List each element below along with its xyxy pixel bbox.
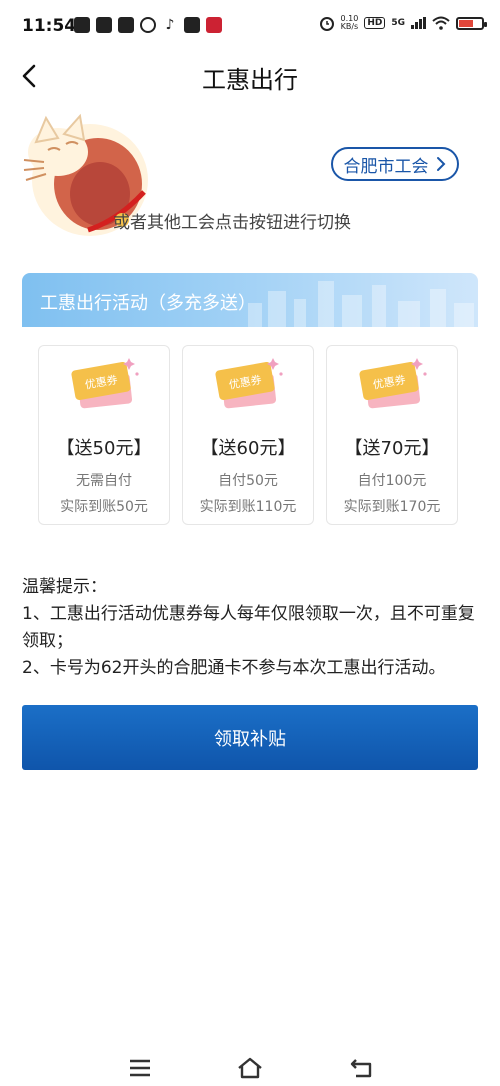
coupon-pay: 无需自付 <box>76 473 132 489</box>
home-icon[interactable] <box>236 1056 264 1080</box>
wifi-icon <box>432 16 450 30</box>
tips-line-2: 2、卡号为62开头的合肥通卡不参与本次工惠出行活动。 <box>22 658 446 678</box>
switch-hint: 或者其他工会点击按钮进行切换 <box>113 213 351 233</box>
telegram-icon <box>184 17 200 33</box>
page-title: 工惠出行 <box>202 66 298 94</box>
net-speed-unit: KB/s <box>340 22 359 31</box>
coupon-receive: 实际到账110元 <box>199 499 297 515</box>
tips-heading: 温馨提示： <box>22 577 107 597</box>
tips-section: 温馨提示： 1、工惠出行活动优惠券每人每年仅限领取一次，且不可重复领取； 2、卡… <box>22 574 478 682</box>
back-icon[interactable] <box>348 1056 376 1080</box>
alarm-icon <box>319 17 334 31</box>
status-time: 11:54 <box>22 16 77 36</box>
battery-icon <box>456 16 487 30</box>
coupon-title: 【送50元】 <box>56 438 152 459</box>
coupon-title: 【送60元】 <box>200 438 296 459</box>
tiktok-icon: ♪ <box>165 17 175 33</box>
menu-icon[interactable] <box>126 1056 154 1080</box>
coupon-card[interactable]: 优惠券 【送70元】 自付100元 实际到账170元 <box>326 345 458 525</box>
activity-title: 工惠出行活动（多充多送） <box>40 293 256 314</box>
coupon-receive: 实际到账170元 <box>343 499 441 515</box>
tips-line-1: 1、工惠出行活动优惠券每人每年仅限领取一次，且不可重复领取； <box>22 604 475 651</box>
coupon-ticket-icon: 优惠券 <box>215 358 283 409</box>
signal-icon <box>411 17 426 29</box>
coupon-title: 【送70元】 <box>344 438 440 459</box>
coupon-ticket-icon: 优惠券 <box>359 358 427 409</box>
chevron-right-icon <box>436 157 445 171</box>
activity-card: 工惠出行活动（多充多送） 优惠券 【送50元】 无需自付 实际到账50元 优惠券 <box>22 273 478 541</box>
coupon-receive: 实际到账50元 <box>60 499 148 515</box>
notification-icons: ♪ <box>74 17 222 33</box>
system-nav-bar <box>0 1052 500 1086</box>
coupon-list: 优惠券 【送50元】 无需自付 实际到账50元 优惠券 【送60元】 自付50元… <box>38 345 458 525</box>
activity-header: 工惠出行活动（多充多送） <box>22 273 478 327</box>
message-icon <box>118 17 134 33</box>
coupon-pay: 自付50元 <box>218 473 278 489</box>
network-type: 5G <box>391 18 405 28</box>
status-bar: 11:54 ♪ 0.10 KB/s HD 5G <box>0 0 500 52</box>
mail-icon <box>96 17 112 33</box>
net-speed: 0.10 KB/s <box>341 15 359 31</box>
app-icon <box>74 17 90 33</box>
coupon-ticket-icon: 优惠券 <box>71 358 139 409</box>
coupon-card[interactable]: 优惠券 【送50元】 无需自付 实际到账50元 <box>38 345 170 525</box>
weibo-icon <box>140 17 156 33</box>
coupon-pay: 自付100元 <box>357 473 427 489</box>
city-skyline-icon <box>248 281 474 327</box>
app-logo-icon <box>206 17 222 33</box>
claim-button-label: 领取补贴 <box>214 728 286 750</box>
nav-bar: 工惠出行 <box>0 52 500 100</box>
org-switch-button[interactable]: 合肥市工会 <box>331 147 459 181</box>
claim-subsidy-button[interactable]: 领取补贴 <box>22 705 478 770</box>
hd-badge: HD <box>364 17 386 29</box>
org-switch-label: 合肥市工会 <box>343 156 429 177</box>
coupon-card[interactable]: 优惠券 【送60元】 自付50元 实际到账110元 <box>182 345 314 525</box>
